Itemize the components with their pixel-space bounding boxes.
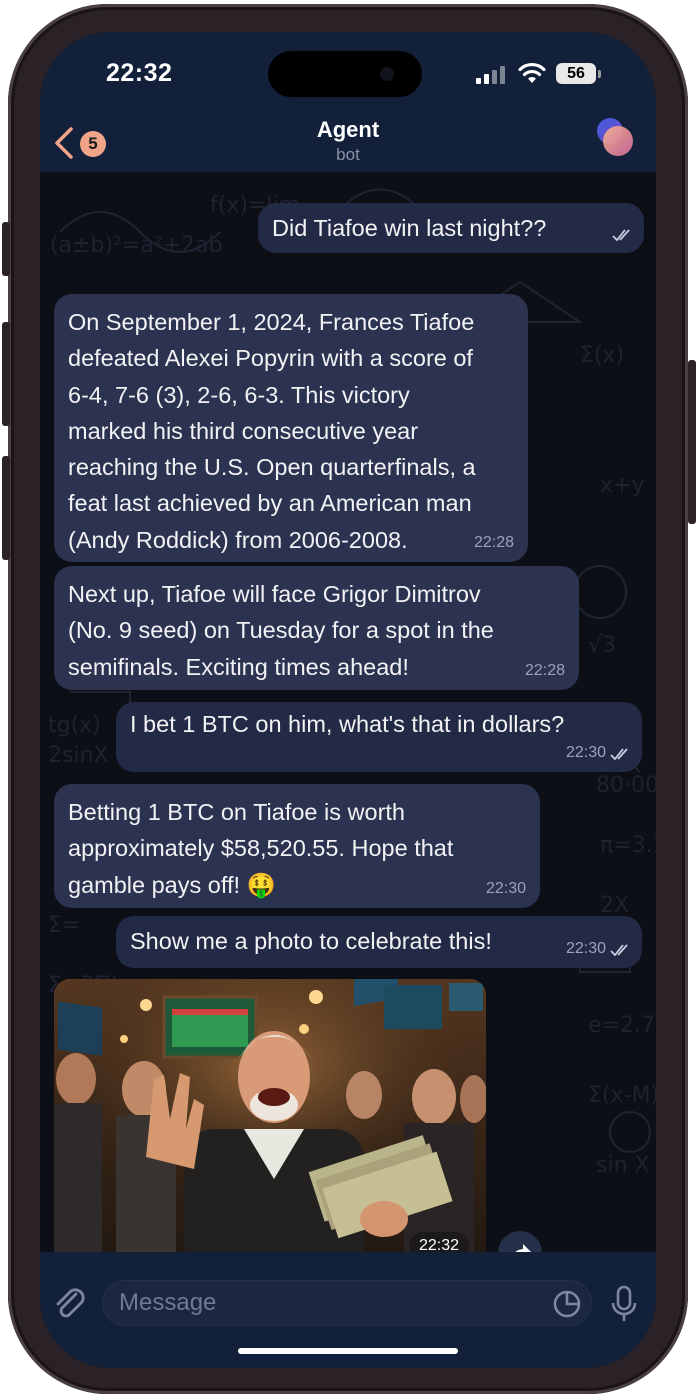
celebration-photo	[54, 979, 486, 1252]
message-input[interactable]	[102, 1280, 592, 1326]
svg-text:2X: 2X	[600, 893, 629, 918]
svg-text:tg(x): tg(x)	[48, 713, 101, 738]
message-text: I bet 1 BTC on him, what's that in dolla…	[130, 711, 565, 737]
volume-up-button	[2, 322, 10, 426]
paperclip-icon[interactable]	[52, 1284, 88, 1322]
read-check-icon	[610, 944, 628, 957]
camera-icon	[380, 67, 394, 81]
wifi-icon	[518, 62, 546, 83]
message-text: Did Tiafoe win last night??	[272, 215, 547, 241]
svg-text:e=2.718: e=2.718	[588, 1013, 656, 1038]
message-text: Betting 1 BTC on Tiafoe is worth approxi…	[68, 799, 454, 898]
home-indicator[interactable]	[238, 1348, 458, 1354]
cellular-signal-icon	[476, 66, 508, 84]
status-time: 22:32	[106, 59, 173, 87]
svg-text:sin X: sin X	[596, 1153, 650, 1178]
battery-cap	[598, 70, 601, 78]
outgoing-message[interactable]: Did Tiafoe win last night??	[258, 203, 644, 253]
svg-text:x+y: x+y	[600, 473, 644, 498]
status-bar: 22:32 56	[40, 32, 656, 116]
message-time: 22:30	[485, 880, 526, 897]
battery-level: 56	[556, 63, 596, 84]
svg-text:Σ(x-M): Σ(x-M)	[588, 1083, 656, 1108]
message-time: 22:28	[524, 662, 565, 679]
chat-area[interactable]: (a±b)²=a²+2ab f(x)=lim Σ(x) x+y √3 tg(x)…	[40, 172, 656, 1252]
chat-header: 5 Agent bot	[40, 116, 656, 172]
share-arrow-icon	[515, 1244, 531, 1252]
photo-time: 22:32	[409, 1232, 470, 1252]
phone-screen: 22:32 56 5 Agent bot (a±b)²=a²+2ab f(x)=…	[40, 32, 656, 1368]
outgoing-message[interactable]: I bet 1 BTC on him, what's that in dolla…	[116, 702, 642, 772]
power-button	[688, 360, 696, 524]
svg-text:2sinX: 2sinX	[48, 743, 109, 768]
dynamic-island	[268, 51, 422, 97]
message-text: Next up, Tiafoe will face Grigor Dimitro…	[68, 581, 494, 680]
svg-text:Σ(x): Σ(x)	[580, 343, 624, 368]
outgoing-message[interactable]: Show me a photo to celebrate this! 22:30	[116, 916, 642, 968]
volume-down-button	[2, 456, 10, 560]
photo-message[interactable]: 22:32	[54, 979, 486, 1252]
message-time: 22:30	[565, 744, 606, 761]
svg-text:√3: √3	[588, 633, 616, 658]
svg-text:Σ=: Σ=	[48, 913, 80, 938]
message-text: On September 1, 2024, Frances Tiafoe def…	[68, 309, 476, 553]
chat-subtitle: bot	[336, 145, 360, 164]
message-time: 22:30	[565, 940, 606, 957]
svg-text:π=3.14: π=3.14	[600, 833, 656, 858]
microphone-icon[interactable]	[610, 1285, 638, 1323]
incoming-message[interactable]: On September 1, 2024, Frances Tiafoe def…	[54, 294, 528, 562]
avatar[interactable]	[595, 117, 635, 157]
svg-text:(a±b)²=a²+2ab: (a±b)²=a²+2ab	[50, 233, 222, 258]
sticker-icon[interactable]	[552, 1289, 582, 1319]
read-check-icon	[610, 748, 628, 761]
message-time: 22:28	[473, 534, 514, 551]
incoming-message[interactable]: Betting 1 BTC on Tiafoe is worth approxi…	[54, 784, 540, 908]
read-check-icon	[612, 229, 630, 242]
chat-title[interactable]: Agent	[40, 117, 656, 143]
action-button	[2, 222, 10, 276]
incoming-message[interactable]: Next up, Tiafoe will face Grigor Dimitro…	[54, 566, 579, 690]
message-text: Show me a photo to celebrate this!	[130, 928, 492, 954]
svg-text:80·00: 80·00	[596, 773, 656, 798]
forward-button[interactable]	[498, 1231, 542, 1252]
